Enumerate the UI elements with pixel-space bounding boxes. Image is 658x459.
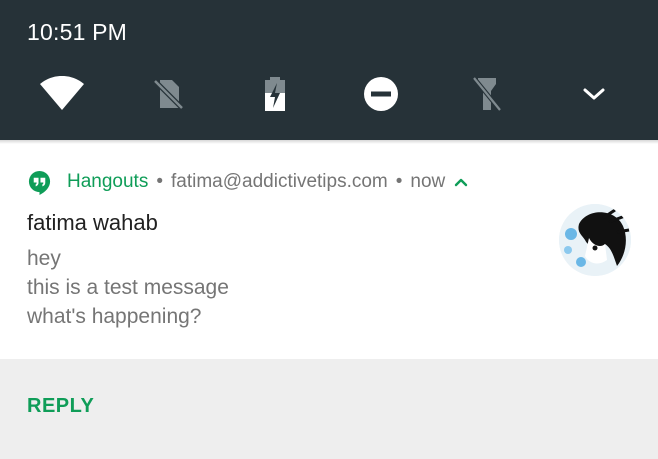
battery-charging-icon	[265, 77, 285, 111]
sender-avatar	[559, 204, 631, 276]
notification-header: Hangouts • fatima@addictivetips.com • no…	[27, 168, 469, 196]
expand-chevron-down-icon	[583, 88, 605, 100]
collapse-chevron-up-icon[interactable]	[453, 174, 469, 190]
message-line: this is a test message	[27, 276, 229, 299]
wifi-tile[interactable]	[38, 70, 86, 118]
flashlight-tile[interactable]	[463, 70, 511, 118]
app-name: Hangouts	[67, 171, 149, 192]
reply-button[interactable]: REPLY	[27, 395, 94, 418]
notification-time: now	[410, 171, 446, 192]
hangouts-notification[interactable]: Hangouts • fatima@addictivetips.com • no…	[0, 144, 658, 359]
message-line: what's happening?	[27, 305, 202, 328]
battery-tile[interactable]	[251, 70, 299, 118]
message-list: hey this is a test message what's happen…	[27, 244, 229, 331]
separator-dot: •	[395, 171, 403, 192]
status-clock: 10:51 PM	[27, 19, 128, 45]
flashlight-off-icon	[472, 76, 502, 112]
sim-tile[interactable]	[144, 70, 192, 118]
account-email: fatima@addictivetips.com	[171, 171, 388, 192]
expand-quick-settings-button[interactable]	[570, 70, 618, 118]
separator-dot: •	[156, 171, 163, 192]
hangouts-icon	[28, 170, 51, 195]
message-line: hey	[27, 247, 61, 270]
do-not-disturb-icon	[364, 77, 398, 111]
dnd-tile[interactable]	[357, 70, 405, 118]
no-sim-icon	[153, 79, 184, 110]
avatar-image	[559, 204, 631, 276]
notification-actions: REPLY	[0, 359, 658, 459]
sender-name: fatima wahab	[27, 210, 158, 235]
wifi-icon	[40, 76, 84, 110]
notification-shade-header: 10:51 PM	[0, 0, 658, 140]
quick-settings-row	[0, 70, 658, 118]
